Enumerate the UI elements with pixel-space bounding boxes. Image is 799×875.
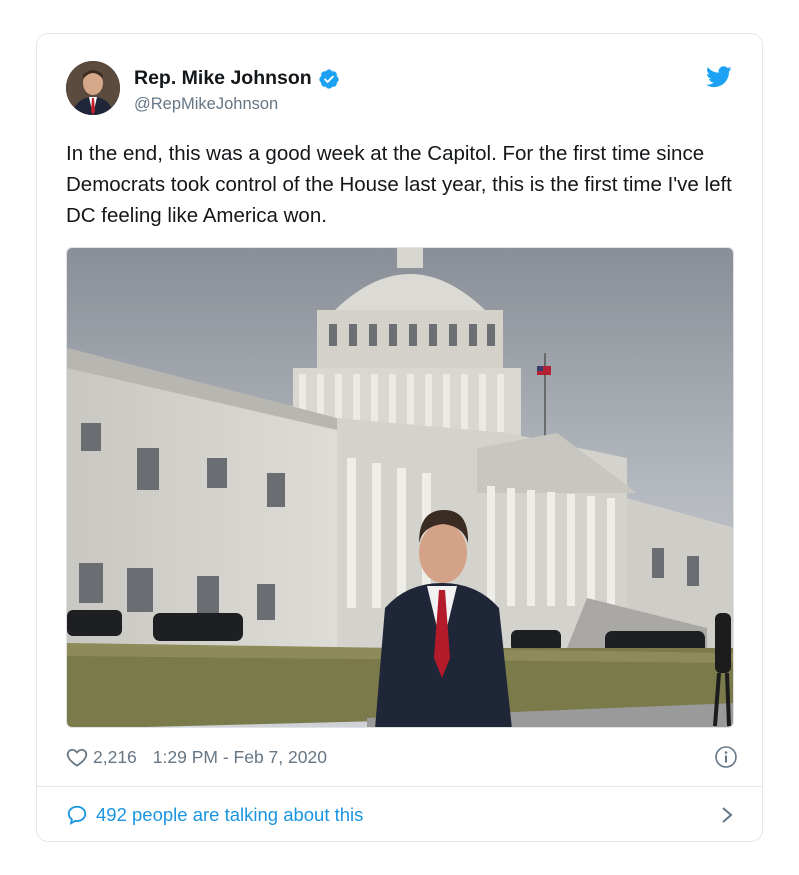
tweet-meta: 2,216 1:29 PM - Feb 7, 2020: [66, 744, 738, 770]
conversation-label[interactable]: 492 people are talking about this: [96, 804, 363, 826]
display-name-text[interactable]: Rep. Mike Johnson: [134, 67, 312, 90]
tweet-text: In the end, this was a good week at the …: [66, 142, 732, 227]
capitol-photo-illustration: [67, 248, 733, 727]
heart-icon[interactable]: [66, 747, 88, 767]
verified-badge-icon: [319, 68, 339, 89]
twitter-bird-icon[interactable]: [706, 66, 732, 88]
user-handle[interactable]: @RepMikeJohnson: [134, 95, 278, 114]
tweet-card: Rep. Mike Johnson @RepMikeJohnson In the…: [36, 33, 763, 842]
info-icon[interactable]: [714, 745, 738, 769]
divider: [37, 786, 762, 787]
tweet-photo[interactable]: [66, 247, 734, 728]
speech-bubble-icon: [67, 805, 87, 826]
avatar[interactable]: [66, 61, 120, 115]
conversation-link[interactable]: 492 people are talking about this: [66, 800, 738, 830]
chevron-right-icon[interactable]: [720, 805, 734, 825]
display-name[interactable]: Rep. Mike Johnson: [134, 67, 340, 90]
timestamp[interactable]: 1:29 PM - Feb 7, 2020: [153, 747, 327, 768]
like-count[interactable]: 2,216: [93, 747, 137, 768]
